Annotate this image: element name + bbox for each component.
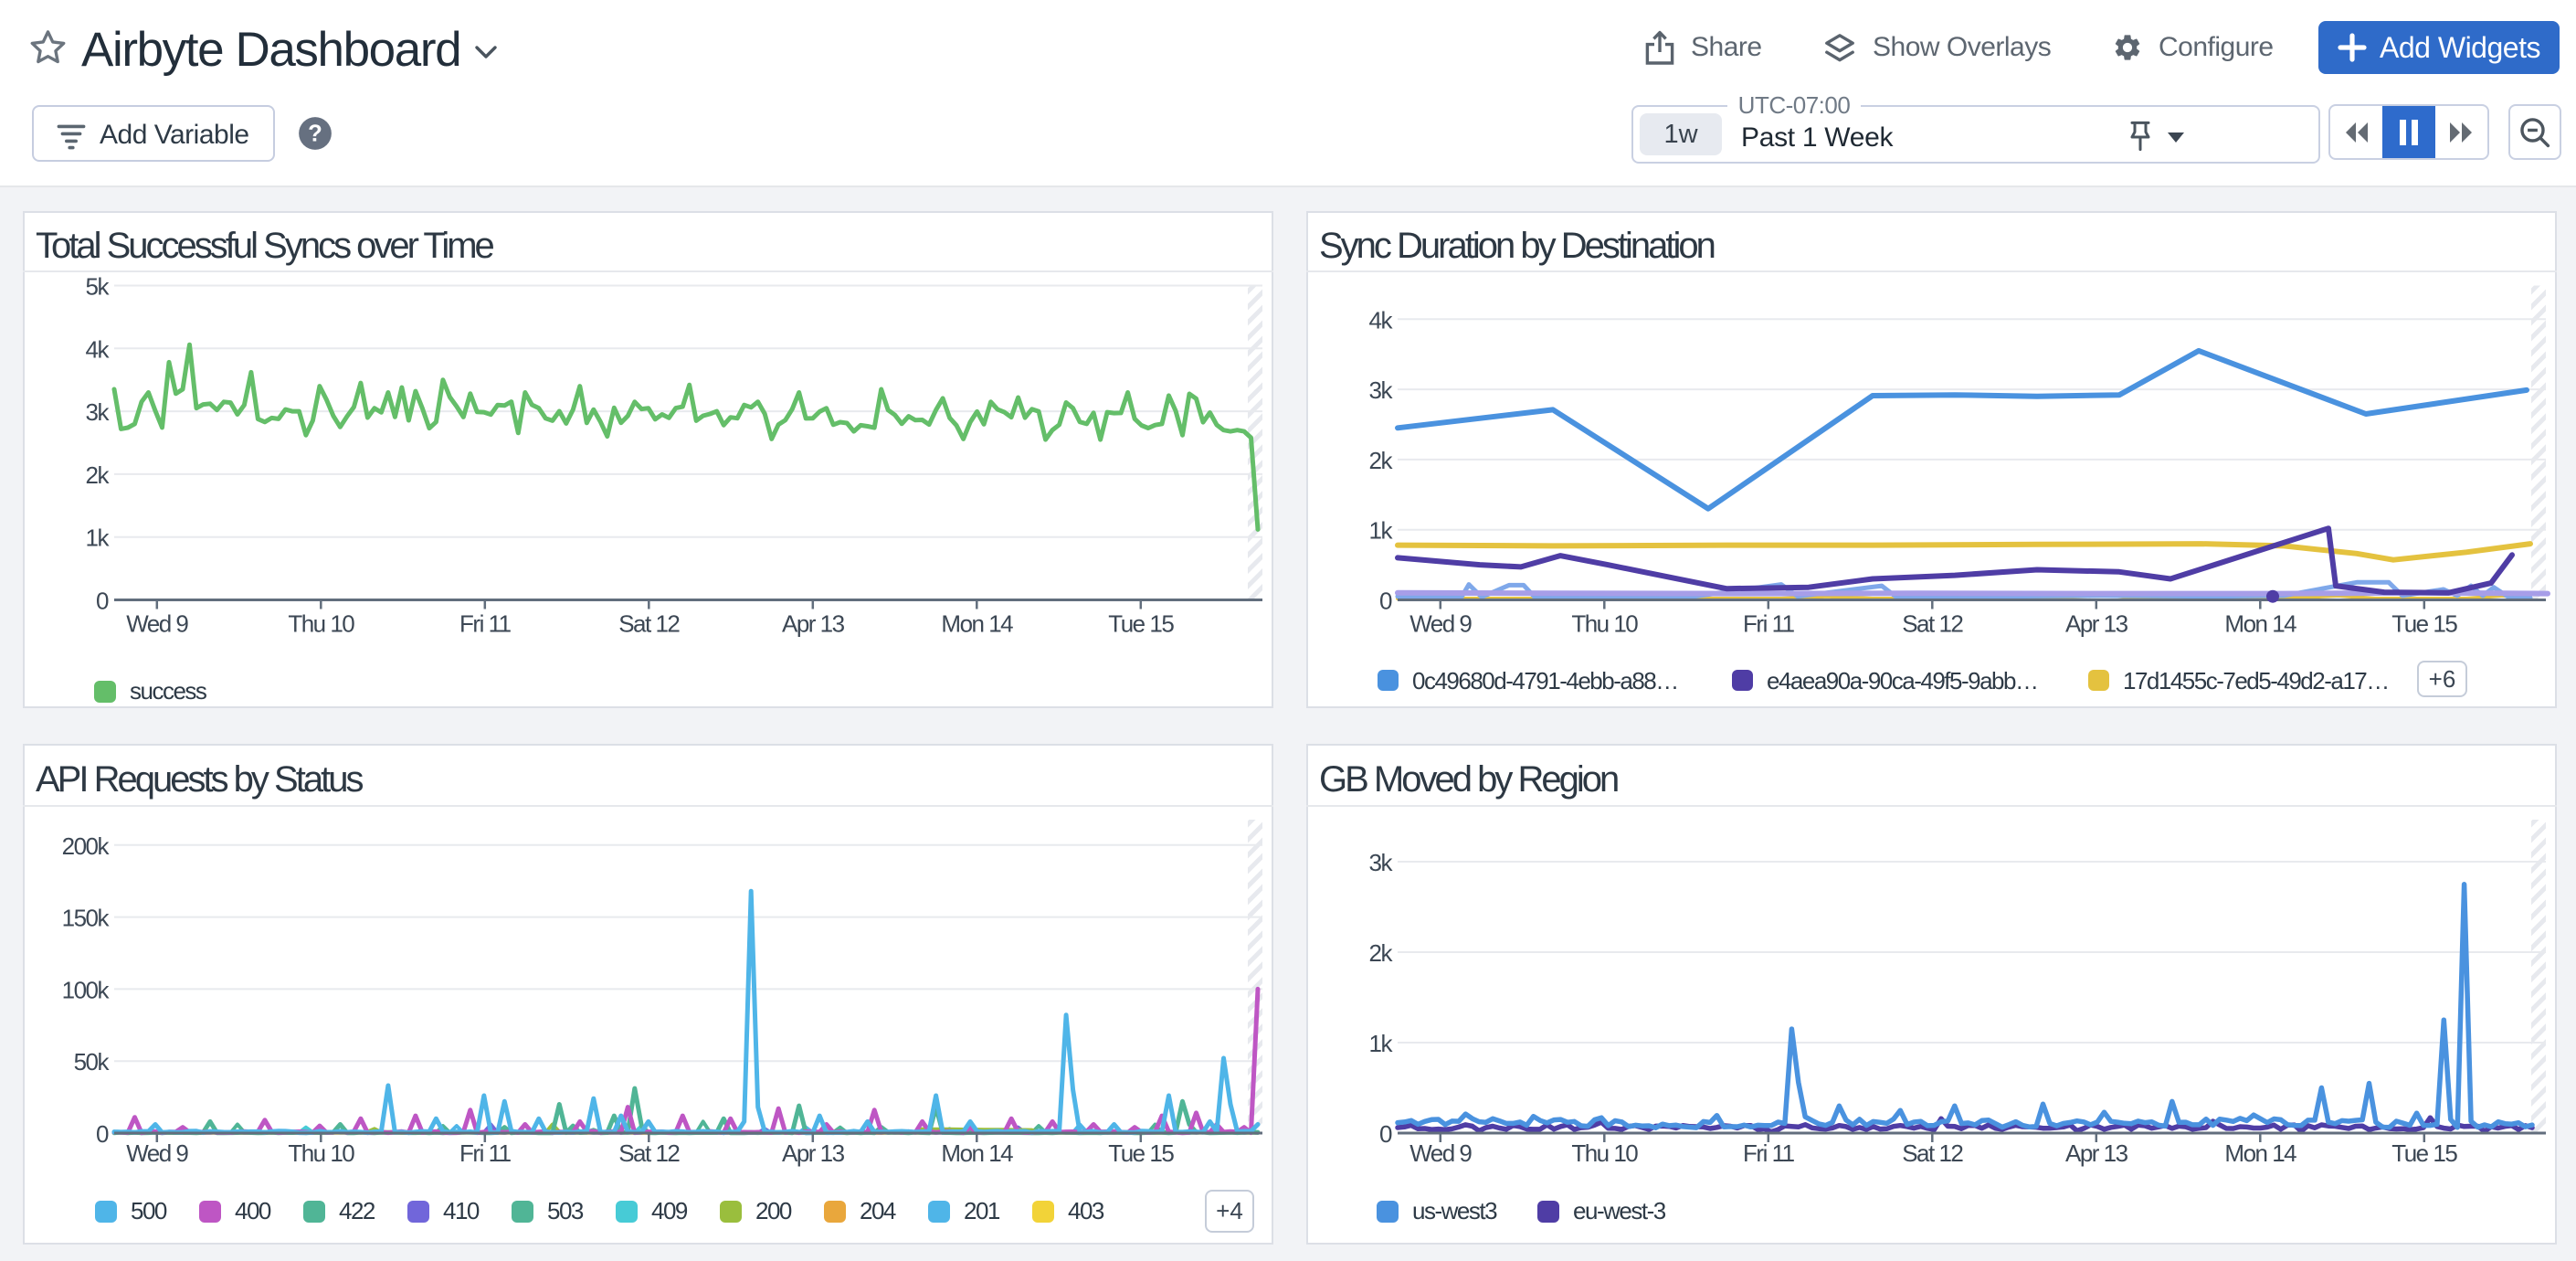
svg-text:Sat 12: Sat 12 — [618, 610, 680, 638]
svg-text:Thu 10: Thu 10 — [288, 610, 354, 638]
svg-text:Wed 9: Wed 9 — [126, 1139, 188, 1167]
svg-text:Sat 12: Sat 12 — [1902, 610, 1963, 638]
svg-text:2k: 2k — [1369, 447, 1394, 474]
svg-text:2k: 2k — [1369, 939, 1394, 967]
svg-text:Apr 13: Apr 13 — [782, 610, 845, 638]
svg-text:0: 0 — [1379, 588, 1392, 615]
svg-text:Thu 10: Thu 10 — [1571, 1139, 1638, 1167]
svg-text:1k: 1k — [86, 525, 111, 552]
svg-text:Mon 14: Mon 14 — [941, 1139, 1013, 1167]
svg-text:3k: 3k — [86, 398, 111, 426]
svg-text:Mon 14: Mon 14 — [941, 610, 1013, 638]
svg-text:0: 0 — [1379, 1120, 1392, 1148]
svg-text:Tue 15: Tue 15 — [2391, 610, 2457, 638]
svg-text:Sat 12: Sat 12 — [1902, 1139, 1963, 1167]
svg-text:0: 0 — [96, 588, 109, 615]
svg-text:Thu 10: Thu 10 — [1571, 610, 1638, 638]
svg-text:Wed 9: Wed 9 — [1409, 610, 1472, 638]
svg-text:Mon 14: Mon 14 — [2224, 610, 2296, 638]
svg-text:Apr 13: Apr 13 — [782, 1139, 845, 1167]
svg-text:Fri 11: Fri 11 — [1743, 1139, 1795, 1167]
svg-text:4k: 4k — [1369, 306, 1394, 334]
svg-text:?: ? — [308, 122, 322, 147]
svg-text:100k: 100k — [62, 976, 111, 1003]
svg-text:Fri 11: Fri 11 — [459, 610, 512, 638]
svg-text:150k: 150k — [62, 905, 111, 932]
svg-text:Sat 12: Sat 12 — [618, 1139, 680, 1167]
svg-text:Tue 15: Tue 15 — [2391, 1139, 2457, 1167]
svg-text:Tue 15: Tue 15 — [1108, 1139, 1174, 1167]
svg-text:Fri 11: Fri 11 — [1743, 610, 1795, 638]
svg-text:Thu 10: Thu 10 — [288, 1139, 354, 1167]
svg-text:200k: 200k — [62, 832, 111, 860]
svg-text:Tue 15: Tue 15 — [1108, 610, 1174, 638]
svg-text:5k: 5k — [86, 273, 111, 301]
svg-text:Apr 13: Apr 13 — [2065, 610, 2128, 638]
svg-text:4k: 4k — [86, 335, 111, 363]
svg-text:Fri 11: Fri 11 — [459, 1139, 512, 1167]
svg-text:Wed 9: Wed 9 — [1409, 1139, 1472, 1167]
svg-text:3k: 3k — [1369, 849, 1394, 876]
svg-text:Mon 14: Mon 14 — [2224, 1139, 2296, 1167]
svg-text:0: 0 — [96, 1120, 109, 1148]
svg-text:2k: 2k — [86, 461, 111, 489]
svg-text:50k: 50k — [74, 1048, 111, 1076]
svg-text:1k: 1k — [1369, 1030, 1394, 1057]
svg-text:3k: 3k — [1369, 376, 1394, 404]
svg-text:Wed 9: Wed 9 — [126, 610, 188, 638]
svg-text:1k: 1k — [1369, 517, 1394, 545]
svg-text:Apr 13: Apr 13 — [2065, 1139, 2128, 1167]
